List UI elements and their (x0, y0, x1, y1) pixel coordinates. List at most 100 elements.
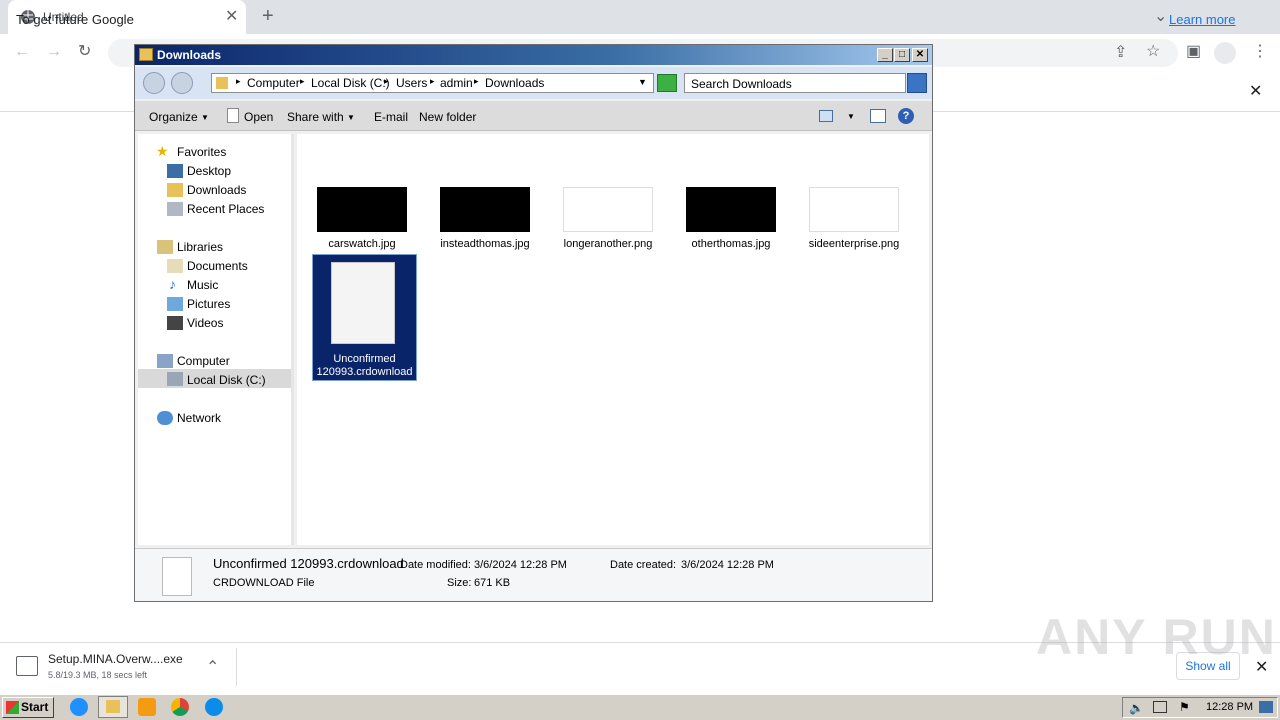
profile-avatar[interactable] (1214, 42, 1236, 64)
edge-icon[interactable] (205, 698, 223, 716)
email-button[interactable]: E-mail (374, 110, 408, 124)
watermark-logo: ANY RUN (1036, 609, 1277, 665)
maximize-button[interactable]: □ (894, 48, 910, 62)
search-placeholder: Search Downloads (691, 77, 792, 91)
computer-icon (157, 354, 173, 368)
back-icon[interactable]: ← (14, 44, 30, 60)
close-infobar-icon[interactable]: ✕ (1249, 84, 1262, 100)
nav-downloads[interactable]: Downloads (187, 183, 246, 197)
chevron-down-icon[interactable]: ▼ (847, 112, 855, 121)
file-item-crdownload-selected[interactable]: Unconfirmed 120993.crdownload (312, 254, 417, 381)
nav-network[interactable]: Network (177, 411, 221, 425)
file-item-otherthomas[interactable]: otherthomas.jpg (666, 187, 789, 259)
documents-icon (167, 259, 183, 273)
window-title: Downloads (157, 48, 222, 62)
forward-button[interactable] (171, 72, 193, 94)
new-folder-button[interactable]: New folder (419, 110, 476, 124)
nav-local-disk[interactable]: Local Disk (C:) (187, 373, 266, 387)
chevron-right-icon: ▸ (300, 76, 305, 86)
refresh-icon[interactable] (657, 74, 677, 92)
share-with-button[interactable]: Share with (287, 110, 344, 124)
open-button[interactable]: Open (244, 110, 273, 124)
nav-documents[interactable]: Documents (187, 259, 248, 273)
close-tab-icon[interactable]: ✕ (225, 9, 238, 25)
nav-libraries[interactable]: Libraries (177, 240, 223, 254)
details-created-value: 3/6/2024 12:28 PM (681, 559, 774, 571)
breadcrumb-downloads[interactable]: Downloads (485, 76, 544, 90)
flag-icon[interactable]: ⚑ (1179, 700, 1190, 714)
speaker-icon[interactable]: 🔈 (1129, 701, 1144, 715)
chrome-icon[interactable] (171, 698, 189, 716)
nav-desktop[interactable]: Desktop (187, 164, 231, 178)
menu-icon[interactable]: ⋮ (1252, 44, 1268, 60)
desktop-icon (167, 164, 183, 178)
file-name: otherthomas.jpg (691, 238, 771, 250)
breadcrumb[interactable]: ▸ Computer ▸ Local Disk (C:) ▸ Users ▸ a… (211, 73, 654, 93)
details-filename: Unconfirmed 120993.crdownload (213, 556, 404, 571)
bookmark-star-icon[interactable]: ☆ (1146, 44, 1160, 60)
folder-icon (106, 700, 120, 713)
share-icon[interactable]: ⇪ (1114, 45, 1127, 61)
chevron-down-icon[interactable]: ▼ (638, 77, 647, 87)
preview-pane-icon[interactable] (870, 109, 886, 123)
breadcrumb-computer[interactable]: Computer (247, 76, 300, 90)
image-thumbnail (563, 187, 653, 232)
file-item-sideenterprise[interactable]: sideenterprise.png (789, 187, 912, 259)
breadcrumb-local-disk[interactable]: Local Disk (C:) (311, 76, 390, 90)
details-pane: Unconfirmed 120993.crdownload CRDOWNLOAD… (135, 548, 932, 601)
nav-videos[interactable]: Videos (187, 316, 223, 330)
file-item-insteadthomas[interactable]: insteadthomas.jpg (420, 187, 543, 259)
network-icon (157, 411, 173, 425)
back-button[interactable] (143, 72, 165, 94)
image-thumbnail (317, 187, 407, 232)
chevron-right-icon: ▸ (474, 76, 479, 86)
folder-icon (216, 77, 228, 89)
libraries-icon (157, 240, 173, 254)
title-bar[interactable]: Downloads _ □ ✕ (135, 45, 932, 65)
taskbar (0, 694, 1280, 720)
divider (236, 648, 237, 686)
details-filetype: CRDOWNLOAD File (213, 577, 315, 589)
view-icon[interactable] (819, 110, 833, 122)
ie-icon[interactable] (70, 698, 88, 716)
nav-pictures[interactable]: Pictures (187, 297, 230, 311)
downloads-folder-icon (167, 183, 183, 197)
explorer-taskbar-button[interactable] (98, 696, 128, 718)
clock: 12:28 PM (1206, 701, 1254, 713)
help-icon[interactable]: ? (898, 108, 914, 124)
file-name-line2: 120993.crdownload (316, 366, 413, 378)
show-desktop-icon[interactable] (1259, 701, 1273, 713)
new-tab-icon[interactable]: + (262, 6, 274, 26)
details-modified-label: Date modified: (400, 559, 471, 571)
media-player-icon[interactable] (138, 698, 156, 716)
chevron-right-icon: ▸ (384, 76, 389, 86)
breadcrumb-admin[interactable]: admin (440, 76, 473, 90)
tab-search-icon[interactable]: ⌄ (1154, 9, 1167, 25)
details-modified-value: 3/6/2024 12:28 PM (474, 559, 567, 571)
nav-favorites[interactable]: Favorites (177, 145, 226, 159)
start-button[interactable]: Start (2, 697, 54, 718)
file-list: carswatch.jpg insteadthomas.jpg longeran… (297, 134, 929, 545)
reload-icon[interactable]: ↻ (78, 44, 91, 60)
file-name: sideenterprise.png (808, 238, 900, 250)
minimize-button[interactable]: _ (877, 48, 893, 62)
file-icon (227, 108, 239, 123)
file-item-carswatch[interactable]: carswatch.jpg (297, 187, 420, 259)
download-filename[interactable]: Setup.MINA.Overw....exe (48, 652, 183, 666)
learn-more-link[interactable]: Learn more (1169, 12, 1235, 27)
breadcrumb-users[interactable]: Users (396, 76, 427, 90)
download-options-icon[interactable]: ⌃ (206, 660, 219, 676)
start-label: Start (21, 700, 49, 714)
search-input[interactable]: Search Downloads (684, 73, 906, 93)
nav-music[interactable]: Music (187, 278, 218, 292)
organize-button[interactable]: Organize (149, 110, 198, 124)
nav-recent-places[interactable]: Recent Places (187, 202, 264, 216)
close-button[interactable]: ✕ (912, 48, 928, 62)
file-item-longeranother[interactable]: longeranother.png (543, 187, 666, 259)
windows-logo-icon (6, 701, 19, 714)
network-tray-icon[interactable] (1153, 701, 1167, 713)
search-icon[interactable] (907, 73, 927, 93)
side-panel-icon[interactable]: ▣ (1186, 44, 1201, 60)
nav-computer[interactable]: Computer (177, 354, 230, 368)
forward-icon[interactable]: → (46, 44, 62, 60)
